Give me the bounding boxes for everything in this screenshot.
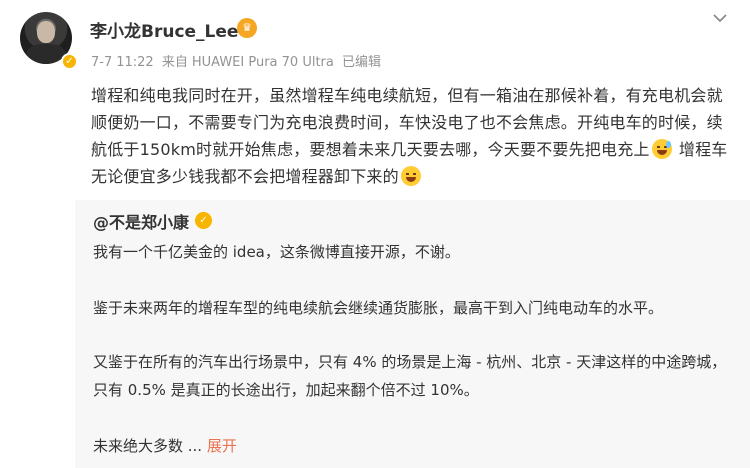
post-date[interactable]: 7-7 [91,55,112,70]
verified-badge-icon: ✓ [61,53,78,70]
repost-paragraph-4: 未来绝大多数 ... 展开 [93,432,733,460]
repost-author[interactable]: @不是郑小康 [93,209,189,233]
post-meta: 7-7 11:22 来自 HUAWEI Pura 70 Ultra 已编辑 [91,51,385,70]
post-header: ✓ 李小龙Bruce_Lee ♛ 7-7 11:22 来自 HUAWEI Pura … [0,0,750,80]
post-body: 增程和纯电我同时在开，虽然增程车纯电续航短，但有一箱油在那候补着，有充电机会就顺… [91,82,731,190]
avatar-face [37,21,55,43]
repost-verified-badge-icon: ✓ [195,212,212,229]
expand-link[interactable]: 展开 [207,437,237,455]
source-prefix: 来自 [161,55,188,70]
repost-truncated-text: 未来绝大多数 ... [93,437,203,455]
post-time[interactable]: 11:22 [116,55,153,70]
repost-paragraph-1: 我有一个千亿美金的 idea，这条微博直接开源，不谢。 [93,243,460,261]
post-text-part1: 增程和纯电我同时在开，虽然增程车纯电续航短，但有一箱油在那候补着，有充电机会就顺… [91,86,723,159]
repost-card[interactable]: @不是郑小康 ✓ 我有一个千亿美金的 idea，这条微博直接开源，不谢。 鉴于未… [75,200,750,468]
author-name[interactable]: 李小龙Bruce_Lee [90,17,238,42]
avatar-suit [26,44,66,64]
sweat-smile-emoji-icon [651,139,672,159]
crown-icon[interactable]: ♛ [237,18,257,38]
grin-emoji-icon [400,166,421,186]
repost-paragraph-3: 又鉴于在所有的汽车出行场景中，只有 4% 的场景是上海 - 杭州、北京 - 天津… [93,353,727,399]
source-device: HUAWEI Pura 70 Ultra [191,55,334,70]
repost-paragraph-2: 鉴于未来两年的增程车型的纯电续航会继续通货膨胀，最高干到入门纯电动车的水平。 [93,299,664,317]
edited-label[interactable]: 已编辑 [342,55,381,70]
chevron-down-icon[interactable] [710,10,730,26]
